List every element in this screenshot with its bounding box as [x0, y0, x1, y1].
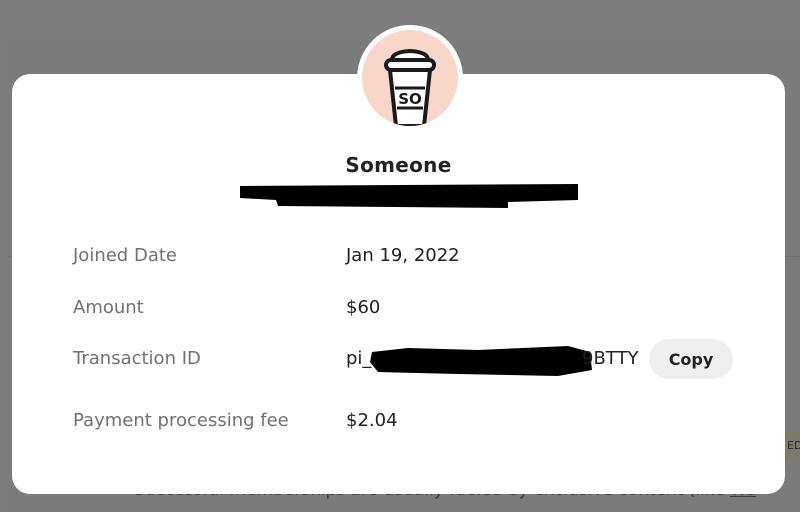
coffee-cup-icon: SO: [384, 49, 436, 126]
avatar-initials: SO: [398, 90, 422, 108]
amount-label: Amount: [73, 297, 144, 318]
copy-button[interactable]: Copy: [649, 339, 733, 379]
processing-fee-value: $2.04: [346, 410, 398, 431]
redacted-email: [240, 184, 578, 208]
redacted-transaction-id: [370, 346, 592, 376]
amount-value: $60: [346, 297, 381, 318]
avatar-circle: SO: [362, 30, 458, 126]
supporter-name: Someone: [345, 153, 452, 177]
joined-date-value: Jan 19, 2022: [346, 245, 460, 266]
joined-date-label: Joined Date: [73, 245, 177, 266]
transaction-id-suffix: 9BTTY: [582, 348, 639, 369]
processing-fee-label: Payment processing fee: [73, 410, 289, 431]
avatar: SO: [360, 28, 460, 128]
supporter-details-modal: SO Someone Joined Date Jan 19, 2022 Amou…: [12, 28, 785, 494]
transaction-id-label: Transaction ID: [73, 348, 201, 369]
